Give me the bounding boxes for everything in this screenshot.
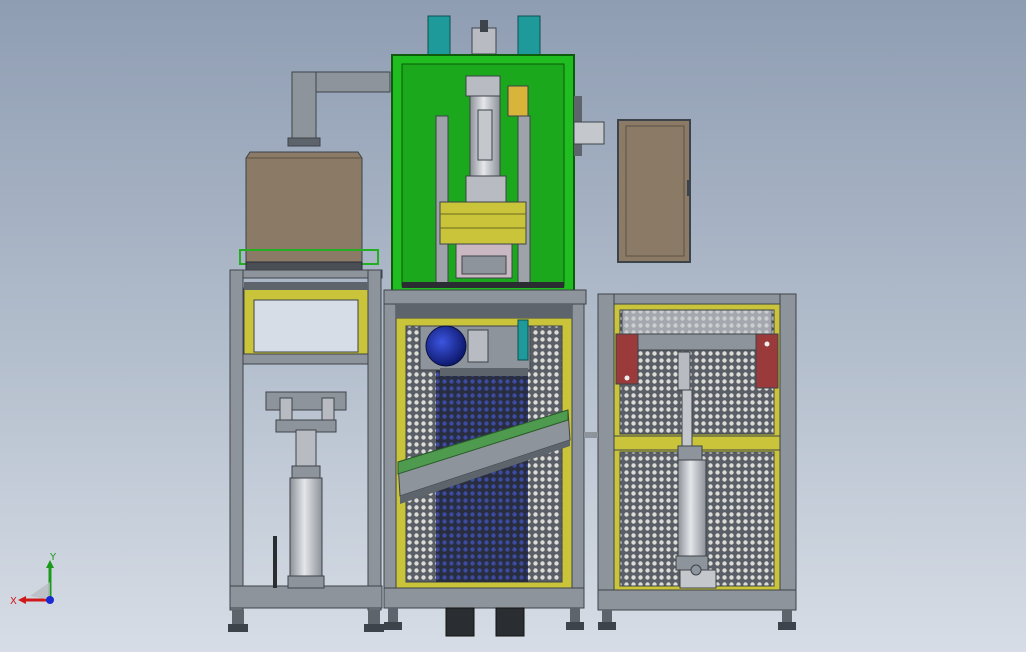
machine-assembly-drawing[interactable] — [0, 0, 1026, 652]
x-axis-label: X — [10, 596, 17, 607]
press-housing — [391, 54, 605, 296]
left-feet — [228, 610, 384, 632]
left-lift-cylinder — [265, 391, 347, 589]
coordinate-triad: Y X — [10, 552, 57, 607]
z-axis-dot — [46, 596, 54, 604]
hopper-box — [239, 151, 379, 271]
exhaust-duct — [287, 71, 391, 147]
right-station[interactable] — [584, 119, 797, 630]
electrical-cabinet — [617, 119, 691, 263]
y-axis-label: Y — [49, 552, 57, 563]
top-fittings — [427, 15, 541, 57]
center-feet — [384, 607, 584, 637]
drive-motor — [419, 319, 531, 376]
left-station[interactable] — [228, 71, 391, 632]
center-station[interactable] — [383, 15, 605, 637]
cad-viewport[interactable]: Y X — [0, 0, 1026, 652]
right-feet — [598, 610, 796, 630]
